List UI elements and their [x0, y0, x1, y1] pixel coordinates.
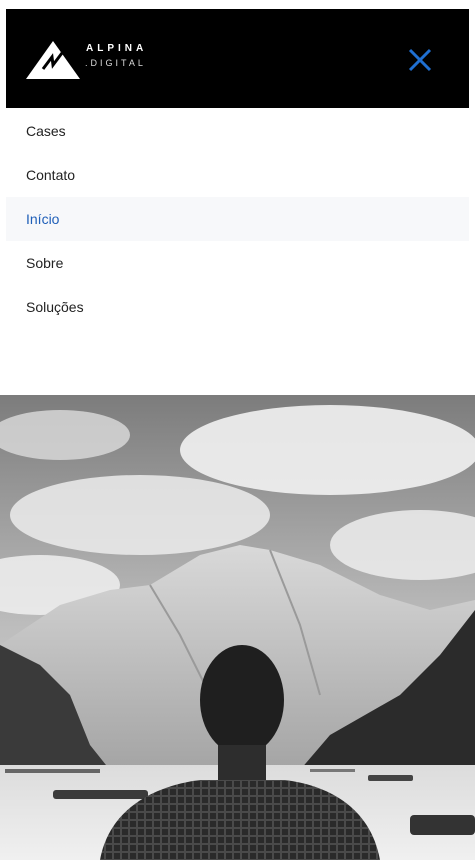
close-icon — [408, 48, 432, 72]
menu-item-contato[interactable]: Contato — [6, 153, 469, 197]
close-menu-button[interactable] — [406, 46, 434, 74]
menu-item-label: Início — [26, 211, 60, 227]
menu-item-sobre[interactable]: Sobre — [6, 241, 469, 285]
hero-photo — [0, 395, 475, 860]
menu-item-solucoes[interactable]: Soluções — [6, 285, 469, 329]
site-header: ALPINA .DIGITAL — [6, 9, 469, 108]
brand-subtitle: .DIGITAL — [85, 58, 146, 68]
menu-item-label: Cases — [26, 123, 66, 139]
menu-item-label: Sobre — [26, 255, 64, 271]
hero-image — [0, 395, 475, 860]
brand-logo[interactable]: ALPINA .DIGITAL — [26, 37, 156, 79]
nav-menu: Cases Contato Início Sobre Soluções — [6, 109, 469, 329]
menu-item-cases[interactable]: Cases — [6, 109, 469, 153]
menu-item-label: Contato — [26, 167, 76, 183]
menu-item-inicio[interactable]: Início — [6, 197, 469, 241]
brand-name: ALPINA — [86, 43, 148, 54]
mountain-icon — [26, 41, 80, 79]
menu-item-label: Soluções — [26, 299, 84, 315]
